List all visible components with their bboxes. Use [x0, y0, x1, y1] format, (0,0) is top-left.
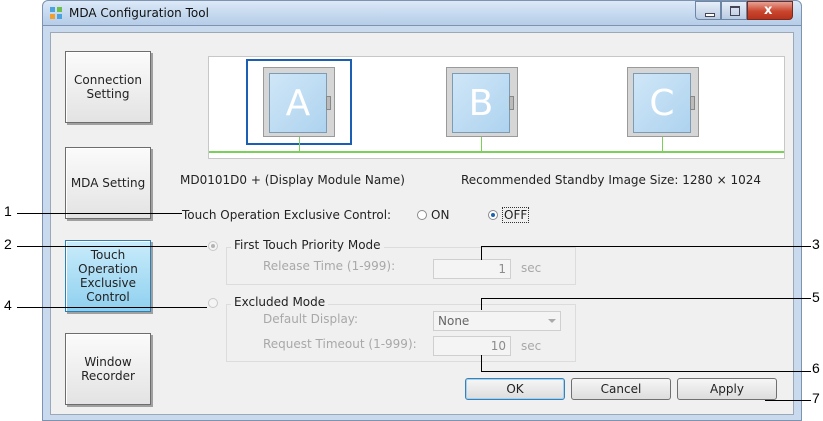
default-display-value: None — [438, 314, 470, 328]
callout-5-leader — [481, 298, 482, 310]
default-display-label: Default Display: — [263, 312, 359, 326]
request-timeout-unit: sec — [521, 339, 542, 353]
mda-setting-button[interactable]: MDA Setting — [65, 147, 151, 219]
touch-operation-label: Touch Operation Exclusive Control — [78, 248, 138, 304]
touch-control-on-radio[interactable] — [417, 210, 427, 220]
release-time-label: Release Time (1-999): — [263, 259, 396, 273]
recommended-size-text: Recommended Standby Image Size: 1280 × 1… — [461, 173, 761, 187]
callout-4: 4 — [4, 297, 12, 313]
excluded-mode-label: Excluded Mode — [231, 295, 329, 309]
callout-6-leader — [481, 355, 482, 371]
minimize-icon[interactable] — [695, 1, 721, 20]
monitor-c-knob — [690, 96, 695, 110]
cancel-button[interactable]: Cancel — [571, 378, 671, 400]
callout-6-line — [481, 371, 811, 372]
callout-2: 2 — [4, 236, 12, 252]
monitor-b-screen: B — [452, 73, 510, 133]
monitor-c-screen: C — [633, 73, 691, 133]
app-icon — [50, 7, 62, 19]
callout-3-line — [481, 246, 811, 247]
monitor-b[interactable]: B — [446, 67, 518, 137]
callout-1-line — [17, 213, 182, 214]
connector-c — [662, 137, 663, 151]
maximize-icon[interactable] — [721, 1, 747, 20]
monitor-b-knob — [509, 96, 514, 110]
title-bar[interactable]: MDA Configuration Tool x — [42, 0, 802, 26]
first-touch-label: First Touch Priority Mode — [231, 238, 384, 252]
default-display-select[interactable]: None — [433, 311, 561, 331]
main-window: MDA Configuration Tool x Connection Sett… — [42, 0, 802, 421]
module-name-text: MD0101D0 + (Display Module Name) — [180, 173, 405, 187]
window-recorder-button[interactable]: Window Recorder — [65, 333, 151, 405]
connection-setting-label: Connection Setting — [74, 73, 142, 101]
callout-5-line — [481, 298, 811, 299]
window-title: MDA Configuration Tool — [69, 6, 209, 20]
close-icon[interactable]: x — [747, 1, 793, 20]
window-recorder-label: Window Recorder — [81, 355, 135, 383]
touch-control-on-label[interactable]: ON — [431, 208, 449, 222]
chevron-down-icon — [548, 319, 556, 323]
touch-control-label: Touch Operation Exclusive Control: — [182, 208, 392, 222]
request-timeout-input[interactable]: 10 — [433, 336, 511, 356]
connector-a — [299, 137, 300, 151]
release-time-unit: sec — [521, 261, 542, 275]
connection-setting-button[interactable]: Connection Setting — [65, 51, 151, 123]
monitor-a-knob — [326, 96, 331, 110]
touch-operation-exclusive-control-button[interactable]: Touch Operation Exclusive Control — [65, 240, 151, 312]
apply-button[interactable]: Apply — [677, 378, 777, 400]
monitor-layout-panel: A B C — [208, 56, 785, 159]
monitor-a[interactable]: A — [263, 67, 335, 137]
ok-button[interactable]: OK — [465, 378, 565, 400]
monitor-c[interactable]: C — [627, 67, 699, 137]
excluded-mode-radio[interactable] — [208, 298, 218, 308]
touch-control-off-label[interactable]: OFF — [502, 207, 530, 223]
monitor-a-screen: A — [269, 73, 327, 133]
callout-3: 3 — [812, 236, 820, 252]
callout-1: 1 — [4, 203, 12, 219]
client-area: Connection Setting MDA Setting Touch Ope… — [50, 32, 794, 415]
mda-setting-label: MDA Setting — [70, 176, 146, 190]
callout-4-line — [17, 307, 207, 308]
callout-5: 5 — [812, 289, 820, 305]
callout-2-line — [17, 246, 207, 247]
release-time-input[interactable]: 1 — [433, 259, 511, 279]
first-touch-radio[interactable] — [208, 241, 218, 251]
touch-control-off-radio[interactable] — [488, 210, 498, 220]
request-timeout-label: Request Timeout (1-999): — [263, 337, 417, 351]
window-frame: Connection Setting MDA Setting Touch Ope… — [42, 26, 802, 421]
callout-7-line — [765, 400, 811, 401]
connector-bus — [209, 151, 784, 153]
connector-b — [481, 137, 482, 151]
callout-7: 7 — [812, 390, 820, 406]
callout-6: 6 — [812, 360, 820, 376]
callout-3-leader — [481, 246, 482, 260]
